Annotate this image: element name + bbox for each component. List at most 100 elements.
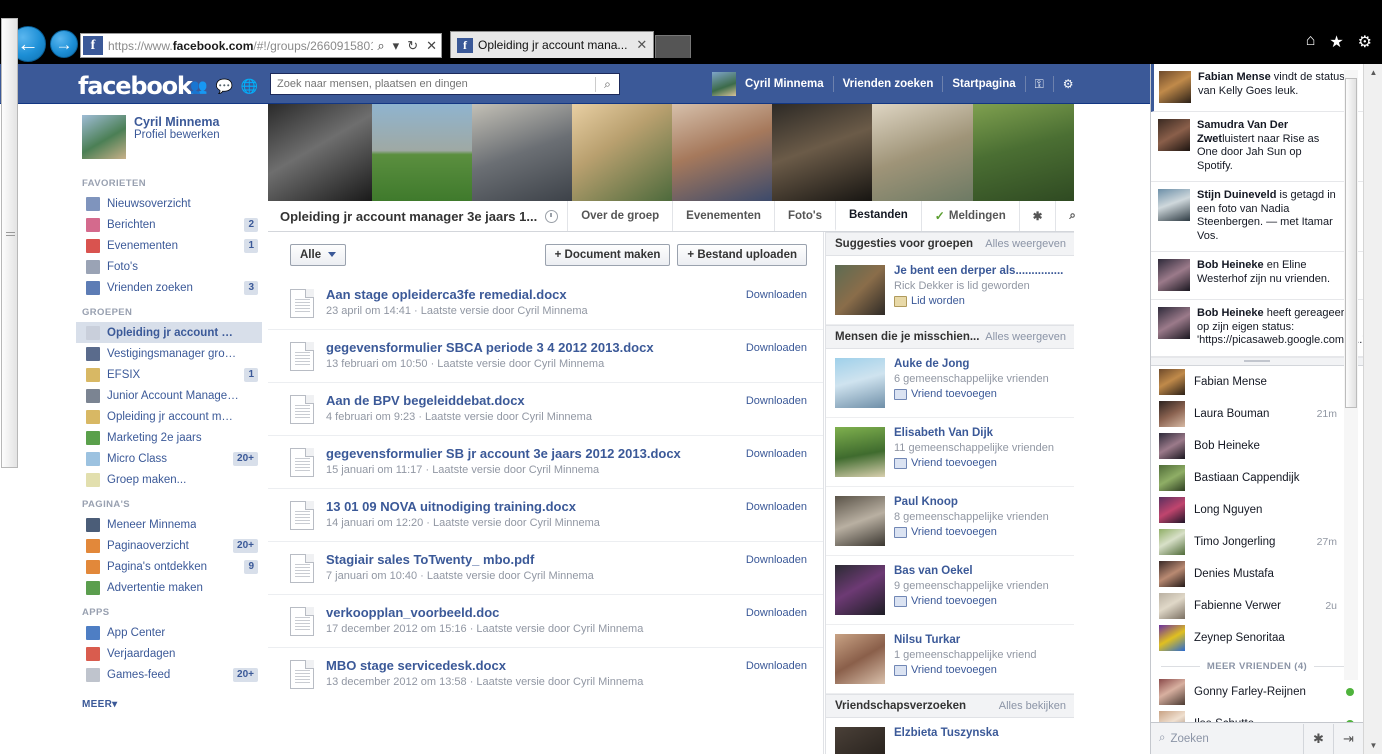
chat-friend-row[interactable]: Zeynep Senoritaa: [1151, 622, 1363, 654]
main-scrollbar[interactable]: ▲ ▼: [1363, 64, 1382, 754]
person-name[interactable]: Elzbieta Tuszynska: [894, 727, 999, 740]
download-link[interactable]: Downloaden: [746, 660, 807, 672]
download-link[interactable]: Downloaden: [746, 501, 807, 513]
sidebar-more-link[interactable]: MEER▾: [76, 685, 262, 710]
person-name[interactable]: Auke de Jong: [894, 358, 1049, 371]
friend-request-item[interactable]: Elzbieta Tuszynska: [826, 718, 1074, 754]
person-suggestion-item[interactable]: Bas van Oekel 9 gemeenschappelijke vriend…: [826, 556, 1074, 625]
ticker-item[interactable]: Fabian Mense vindt de status van Kelly G…: [1151, 64, 1363, 112]
ticker-item[interactable]: Samudra Van Der Zwetluistert naar Rise a…: [1151, 112, 1363, 182]
sidebar-item-opleiding-jr-account-manag[interactable]: Opleiding jr account manag...: [76, 406, 262, 427]
join-group-button[interactable]: Lid worden: [894, 295, 1063, 307]
files-filter-dropdown[interactable]: Alle: [290, 243, 347, 266]
ticker-actor[interactable]: Bob Heineke: [1197, 259, 1264, 271]
sidebar-item-advertentie-maken[interactable]: Advertentie maken: [76, 577, 262, 598]
chat-friend-row[interactable]: Timo Jongerling 27m: [1151, 526, 1363, 558]
sidebar-item-opleiding-jr-account-ma[interactable]: Opleiding jr account ma...: [76, 322, 262, 343]
group-suggestion-item[interactable]: Je bent een derper als............... Ric…: [826, 256, 1074, 325]
sidebar-item-groep-maken[interactable]: Groep maken...: [76, 469, 262, 490]
cover-photo-1[interactable]: [268, 104, 372, 201]
file-row[interactable]: gegevensformulier SBCA periode 3 4 2012 …: [268, 329, 823, 382]
file-name[interactable]: Aan stage opleiderca3fe remedial.docx: [326, 287, 588, 302]
address-dropdown-icon[interactable]: ▾: [389, 38, 404, 54]
sidebar-item-junior-account-manager-be[interactable]: Junior Account Manager Be...: [76, 385, 262, 406]
chat-friend-row[interactable]: Fabienne Verwer 2u: [1151, 590, 1363, 622]
cover-photo-4[interactable]: [572, 104, 672, 201]
browser-tab[interactable]: f Opleiding jr account mana... ✕: [450, 31, 655, 58]
download-link[interactable]: Downloaden: [746, 607, 807, 619]
file-name[interactable]: MBO stage servicedesk.docx: [326, 658, 643, 673]
messages-icon[interactable]: 💬: [215, 78, 232, 95]
tab-bestanden[interactable]: Bestanden: [835, 201, 921, 231]
see-all-link[interactable]: Alles bekijken: [999, 700, 1066, 712]
sidebar-item-nieuwsoverzicht[interactable]: Nieuwsoverzicht: [76, 193, 262, 214]
file-row[interactable]: Aan stage opleiderca3fe remedial.docx 23 …: [268, 277, 823, 329]
gear-icon[interactable]: ⚙: [1054, 77, 1083, 91]
sidebar-item-vestigingsmanager-grootha[interactable]: Vestigingsmanager grootha...: [76, 343, 262, 364]
new-tab-button[interactable]: [655, 35, 692, 58]
home-icon[interactable]: ⌂: [1306, 32, 1316, 52]
avatar[interactable]: [82, 115, 126, 159]
avatar[interactable]: [712, 72, 736, 96]
add-friend-button[interactable]: Vriend toevoegen: [894, 526, 1049, 538]
cover-photo-2[interactable]: [372, 104, 472, 201]
file-name[interactable]: Stagiair sales ToTwenty_ mbo.pdf: [326, 552, 594, 567]
chat-friend-row[interactable]: Fabian Mense: [1151, 366, 1363, 398]
chat-friend-row[interactable]: Gonny Farley-Reijnen: [1151, 676, 1363, 708]
address-search-icon[interactable]: ⌕: [373, 38, 388, 54]
sidebar-item-vrienden-zoeken[interactable]: Vrienden zoeken 3: [76, 277, 262, 298]
cover-photo-5[interactable]: [672, 104, 772, 201]
notifications-icon[interactable]: 🌐: [241, 78, 258, 95]
sidebar-item-pagina-s-ontdekken[interactable]: Pagina's ontdekken 9: [76, 556, 262, 577]
cover-photo-3[interactable]: [472, 104, 572, 201]
chat-friend-row[interactable]: Bastiaan Cappendijk: [1151, 462, 1363, 494]
tab-meldingen[interactable]: ✓ Meldingen: [920, 201, 1019, 231]
topbar-link-find-friends[interactable]: Vrienden zoeken: [834, 78, 943, 90]
privacy-lock-icon[interactable]: ⚿: [1026, 77, 1053, 92]
ticker-item[interactable]: Bob Heineke en Eline Westerhof zijn nu v…: [1151, 252, 1363, 300]
ticker-item[interactable]: Bob Heineke heeft gereageerd op zijn eig…: [1151, 300, 1363, 357]
see-all-link[interactable]: Alles weergeven: [985, 331, 1066, 343]
add-friend-button[interactable]: Vriend toevoegen: [894, 664, 1036, 676]
sidebar-item-paginaoverzicht[interactable]: Paginaoverzicht 20+: [76, 535, 262, 556]
expand-chat-icon[interactable]: ⇥: [1333, 723, 1363, 754]
sidebar-item-app-center[interactable]: App Center: [76, 622, 262, 643]
close-icon[interactable]: ✕: [636, 37, 647, 53]
person-suggestion-item[interactable]: Elisabeth Van Dijk 11 gemeenschappelijke …: [826, 418, 1074, 487]
scroll-down-icon[interactable]: ▼: [1364, 737, 1382, 754]
sidebar-item-verjaardagen[interactable]: Verjaardagen: [76, 643, 262, 664]
address-bar[interactable]: f https://www.facebook.com/#!/groups/266…: [80, 33, 442, 58]
group-search-icon[interactable]: ⌕: [1055, 201, 1088, 231]
sidebar-item-evenementen[interactable]: Evenementen 1: [76, 235, 262, 256]
add-friend-button[interactable]: Vriend toevoegen: [894, 595, 1049, 607]
chat-friend-row[interactable]: Long Nguyen: [1151, 494, 1363, 526]
file-row[interactable]: verkoopplan_voorbeeld.doc 17 december 201…: [268, 594, 823, 647]
sidebar-item-marketing-2e-jaars[interactable]: Marketing 2e jaars: [76, 427, 262, 448]
cover-photo-6[interactable]: [772, 104, 872, 201]
chat-friend-row[interactable]: Bob Heineke: [1151, 430, 1363, 462]
gear-icon[interactable]: ⚙: [1358, 32, 1372, 52]
see-all-link[interactable]: Alles weergeven: [985, 238, 1066, 250]
stop-icon[interactable]: ✕: [422, 38, 441, 54]
download-link[interactable]: Downloaden: [746, 395, 807, 407]
add-friend-button[interactable]: Vriend toevoegen: [894, 388, 1049, 400]
search-input[interactable]: [271, 78, 595, 90]
download-link[interactable]: Downloaden: [746, 289, 807, 301]
friend-requests-icon[interactable]: 👥: [190, 78, 207, 95]
ticker-actor[interactable]: Bob Heineke: [1197, 307, 1264, 319]
download-link[interactable]: Downloaden: [746, 554, 807, 566]
topbar-link-home[interactable]: Startpagina: [943, 78, 1024, 90]
ticker-actor[interactable]: Stijn Duineveld: [1197, 189, 1276, 201]
browser-forward-button[interactable]: →: [50, 30, 78, 58]
tab-evenementen[interactable]: Evenementen: [672, 201, 774, 231]
ticker-scrollbar-thumb[interactable]: [1345, 78, 1357, 408]
file-row[interactable]: gegevensformulier SB jr account 3e jaars…: [268, 435, 823, 488]
sidebar-item-efsix[interactable]: EFSIX 1: [76, 364, 262, 385]
add-friend-button[interactable]: Vriend toevoegen: [894, 457, 1054, 469]
chat-friend-row[interactable]: Denies Mustafa: [1151, 558, 1363, 590]
ticker-resize-handle[interactable]: [1151, 356, 1363, 366]
search-icon[interactable]: ⌕: [595, 76, 619, 92]
favorites-star-icon[interactable]: ★: [1329, 32, 1343, 52]
facebook-search-box[interactable]: ⌕: [270, 73, 620, 95]
main-scrollbar-thumb[interactable]: [1, 18, 18, 468]
